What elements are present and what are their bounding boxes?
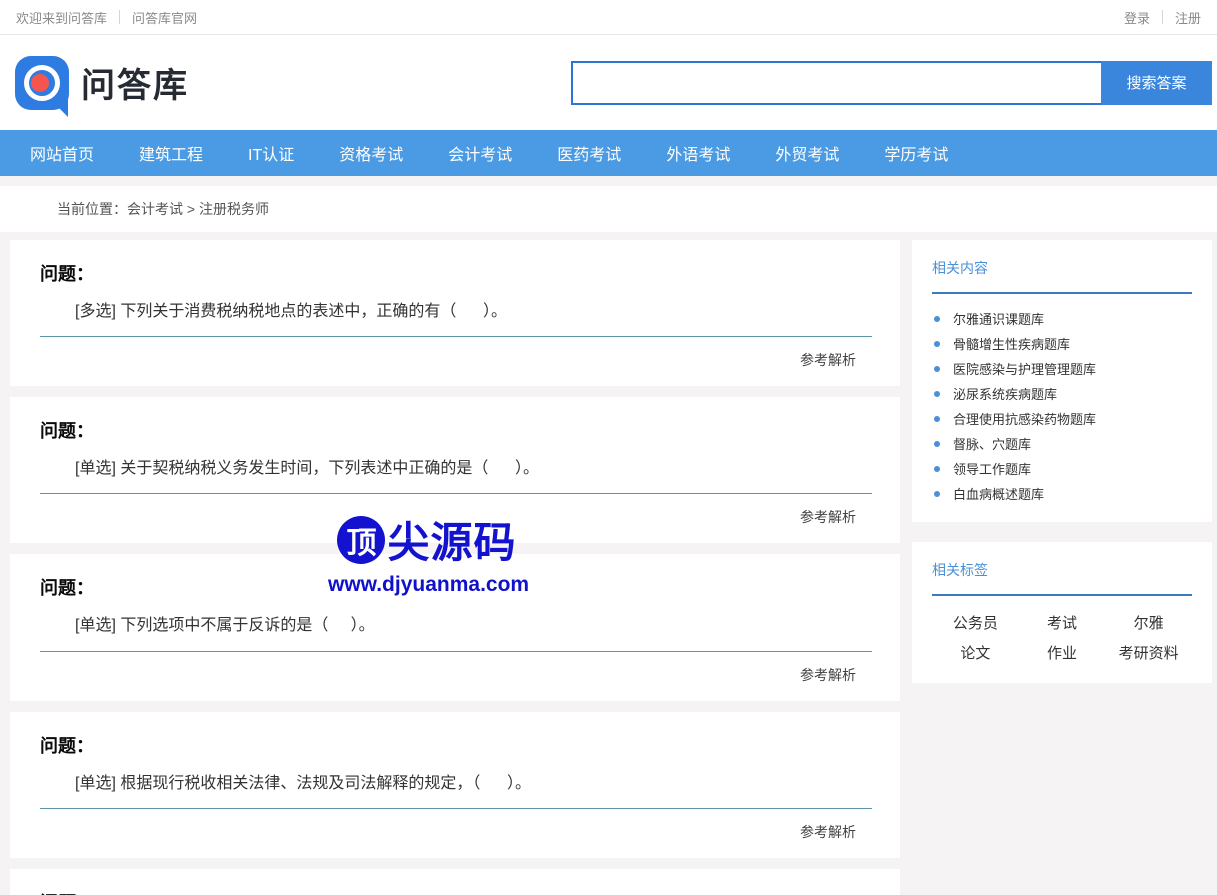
- tag-link[interactable]: 公务员: [932, 612, 1019, 633]
- breadcrumb-current[interactable]: 注册税务师: [199, 201, 269, 217]
- content: 问题： [多选] 下列关于消费税纳税地点的表述中，正确的有（ ）。 参考解析 问…: [0, 232, 1217, 895]
- question-text[interactable]: [单选] 关于契税纳税义务发生时间，下列表述中正确的是（ ）。: [75, 459, 872, 478]
- question-card: 问题： [单选] 下列选项中不属于反诉的是（ ）。 参考解析: [10, 554, 900, 700]
- question-label: 问题：: [40, 260, 872, 286]
- question-label: 问题：: [40, 732, 872, 758]
- sidebar: 相关内容 尔雅通识课题库 骨髓增生性疾病题库: [912, 240, 1212, 703]
- related-tags-title: 相关标签: [932, 560, 1192, 580]
- nav-item[interactable]: 外语考试: [666, 141, 730, 165]
- search-button[interactable]: 搜索答案: [1101, 61, 1212, 105]
- related-tags-card: 相关标签 公务员 考试 尔雅 论文 作业 考研资料: [912, 542, 1212, 683]
- tag-link[interactable]: 考试: [1019, 612, 1106, 633]
- related-item: 医院感染与护理管理题库: [932, 356, 1192, 381]
- question-label: 问题：: [40, 417, 872, 443]
- analysis-link[interactable]: 参考解析: [800, 509, 856, 525]
- related-item-link[interactable]: 白血病概述题库: [953, 484, 1044, 503]
- related-item-link[interactable]: 领导工作题库: [953, 459, 1031, 478]
- bullet-icon: [934, 441, 940, 447]
- logo-dot-icon: [31, 74, 49, 92]
- nav-item[interactable]: 外贸考试: [775, 141, 839, 165]
- bullet-icon: [934, 491, 940, 497]
- register-link[interactable]: 注册: [1175, 8, 1201, 27]
- nav-item[interactable]: IT认证: [248, 141, 294, 165]
- breadcrumb-bar: 当前位置：会计考试 > 注册税务师: [0, 186, 1217, 232]
- welcome-text: 欢迎来到问答库: [16, 8, 107, 27]
- divider: [119, 10, 120, 24]
- tag-link[interactable]: 作业: [1019, 642, 1106, 663]
- related-content-card: 相关内容 尔雅通识课题库 骨髓增生性疾病题库: [912, 240, 1212, 522]
- login-link[interactable]: 登录: [1124, 8, 1150, 27]
- question-text[interactable]: [多选] 下列关于消费税纳税地点的表述中，正确的有（ ）。: [75, 302, 872, 321]
- question-text[interactable]: [单选] 下列选项中不属于反诉的是（ ）。: [75, 616, 872, 635]
- nav-item[interactable]: 医药考试: [557, 141, 621, 165]
- related-item: 督脉、穴题库: [932, 431, 1192, 456]
- bullet-icon: [934, 316, 940, 322]
- header: 问答库 搜索答案: [0, 35, 1217, 130]
- question-card: 问题： [单选] 根据现行税收相关法律、法规及司法解释的规定，（ ）。 参考解析: [10, 712, 900, 858]
- tag-link[interactable]: 考研资料: [1105, 642, 1192, 663]
- logo-text: 问答库: [81, 58, 189, 107]
- site-logo[interactable]: 问答库: [15, 56, 189, 110]
- analysis-link[interactable]: 参考解析: [800, 667, 856, 683]
- divider: [932, 292, 1192, 294]
- question-card: 问题： [单选] 关于法律、法规授权的组织，下列说法错误的是（ ）。 参考解析: [10, 869, 900, 895]
- topbar: 欢迎来到问答库 问答库官网 登录 注册: [0, 0, 1217, 35]
- tag-link[interactable]: 论文: [932, 642, 1019, 663]
- question-card: 问题： [多选] 下列关于消费税纳税地点的表述中，正确的有（ ）。 参考解析: [10, 240, 900, 386]
- nav-item[interactable]: 资格考试: [339, 141, 403, 165]
- nav-item[interactable]: 建筑工程: [139, 141, 203, 165]
- related-item: 领导工作题库: [932, 456, 1192, 481]
- question-text[interactable]: [单选] 根据现行税收相关法律、法规及司法解释的规定，（ ）。: [75, 774, 872, 793]
- analysis-link[interactable]: 参考解析: [800, 824, 856, 840]
- bullet-icon: [934, 341, 940, 347]
- related-item-link[interactable]: 医院感染与护理管理题库: [953, 359, 1096, 378]
- divider: [932, 594, 1192, 596]
- related-item: 泌尿系统疾病题库: [932, 381, 1192, 406]
- search-bar: 搜索答案: [571, 61, 1212, 105]
- tag-grid: 公务员 考试 尔雅 论文 作业 考研资料: [932, 612, 1192, 667]
- tag-link[interactable]: 尔雅: [1105, 612, 1192, 633]
- related-item: 白血病概述题库: [932, 481, 1192, 506]
- speech-bubble-logo-icon: [15, 56, 69, 110]
- breadcrumb: 当前位置：会计考试 > 注册税务师: [57, 199, 269, 219]
- nav-item[interactable]: 网站首页: [30, 141, 94, 165]
- related-item-link[interactable]: 泌尿系统疾病题库: [953, 384, 1057, 403]
- question-label: 问题：: [40, 574, 872, 600]
- nav-item[interactable]: 学历考试: [884, 141, 948, 165]
- related-item: 尔雅通识课题库: [932, 306, 1192, 331]
- divider: [1162, 10, 1163, 24]
- breadcrumb-prefix: 当前位置：: [57, 201, 127, 217]
- breadcrumb-separator: >: [183, 201, 199, 217]
- bullet-icon: [934, 466, 940, 472]
- bullet-icon: [934, 416, 940, 422]
- analysis-link[interactable]: 参考解析: [800, 352, 856, 368]
- related-item-link[interactable]: 督脉、穴题库: [953, 434, 1031, 453]
- related-content-title: 相关内容: [932, 258, 1192, 278]
- related-item: 骨髓增生性疾病题库: [932, 331, 1192, 356]
- related-item: 合理使用抗感染药物题库: [932, 406, 1192, 431]
- nav-item[interactable]: 会计考试: [448, 141, 512, 165]
- question-card: 问题： [单选] 关于契税纳税义务发生时间，下列表述中正确的是（ ）。 参考解析: [10, 397, 900, 543]
- bullet-icon: [934, 366, 940, 372]
- related-item-link[interactable]: 尔雅通识课题库: [953, 309, 1044, 328]
- related-content-list: 尔雅通识课题库 骨髓增生性疾病题库 医院感染与护理管理题库 泌尿: [932, 306, 1192, 506]
- search-input[interactable]: [571, 61, 1101, 105]
- official-site-link[interactable]: 问答库官网: [132, 8, 197, 27]
- main-nav: 网站首页 建筑工程 IT认证 资格考试 会计考试 医药考试 外语考试 外贸考试 …: [0, 130, 1217, 176]
- bullet-icon: [934, 391, 940, 397]
- breadcrumb-category[interactable]: 会计考试: [127, 201, 183, 217]
- related-item-link[interactable]: 合理使用抗感染药物题库: [953, 409, 1096, 428]
- question-label: 问题：: [40, 889, 872, 895]
- related-item-link[interactable]: 骨髓增生性疾病题库: [953, 334, 1070, 353]
- question-list: 问题： [多选] 下列关于消费税纳税地点的表述中，正确的有（ ）。 参考解析 问…: [10, 240, 900, 895]
